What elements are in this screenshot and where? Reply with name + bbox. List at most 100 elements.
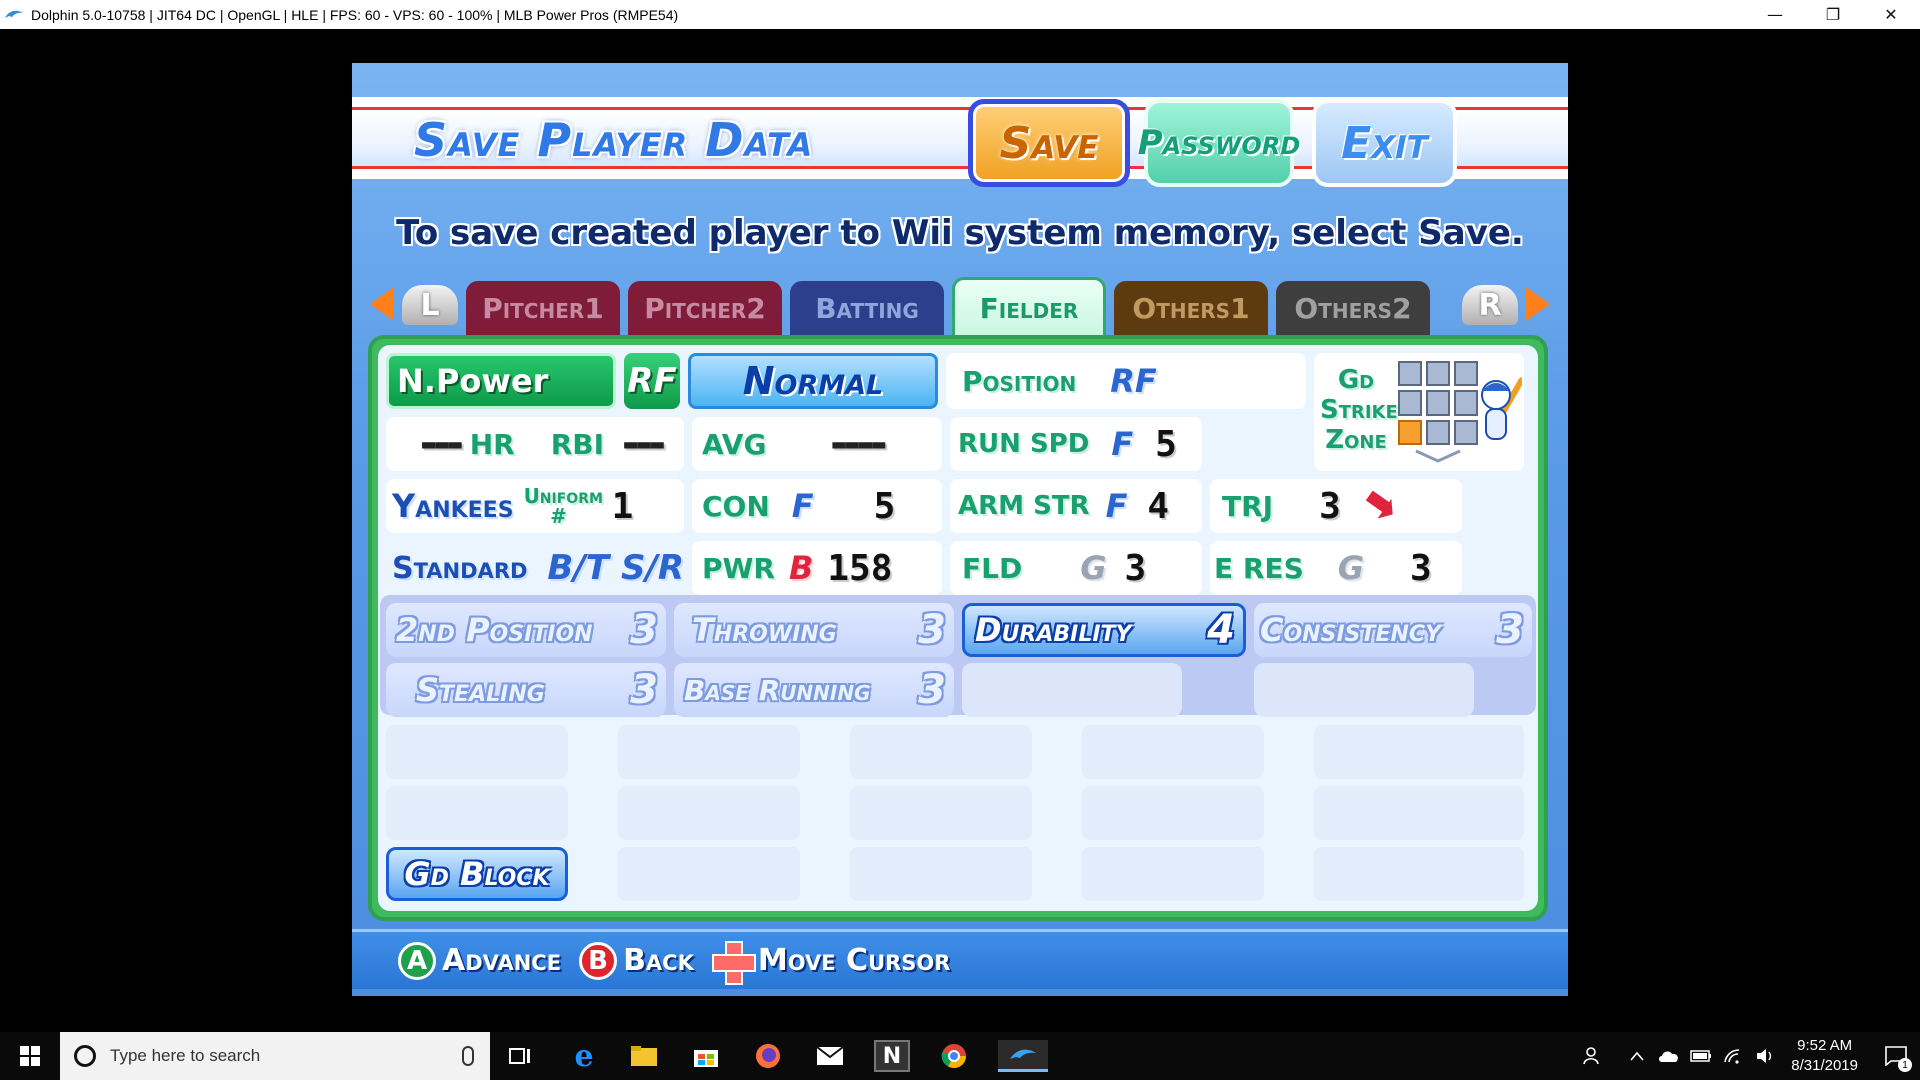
empty-slot[interactable]: [1082, 786, 1264, 840]
clock-time: 9:52 AM: [1797, 1037, 1853, 1054]
empty-slot[interactable]: [850, 786, 1032, 840]
window-titlebar: Dolphin 5.0-10758 | JIT64 DC | OpenGL | …: [0, 0, 1920, 29]
trj-value: 3: [1319, 485, 1341, 527]
battery-icon[interactable]: [1687, 1042, 1715, 1070]
onedrive-icon[interactable]: [1655, 1042, 1683, 1070]
wifi-icon[interactable]: [1719, 1042, 1747, 1070]
tab-next-arrow-icon[interactable]: [1526, 287, 1550, 321]
skill-throwing[interactable]: Throwing 3: [674, 603, 954, 657]
restore-button[interactable]: ❐: [1804, 0, 1862, 29]
empty-slot[interactable]: [386, 725, 568, 779]
empty-slot[interactable]: [1314, 786, 1524, 840]
store-icon[interactable]: [688, 1040, 724, 1072]
skill-name: Base Running: [684, 673, 871, 707]
empty-slot[interactable]: [850, 725, 1032, 779]
skill-stealing[interactable]: Stealing 3: [386, 663, 666, 717]
empty-slot[interactable]: [1314, 725, 1524, 779]
team-cell: Yankees Uniform # 1: [386, 479, 684, 533]
skill-name: 2nd Position: [396, 611, 593, 649]
cortana-icon: [74, 1045, 96, 1067]
skill-durability[interactable]: Durability 4: [962, 603, 1246, 657]
tab-pitcher2[interactable]: Pitcher2: [628, 281, 782, 335]
pwr-label: PWR: [702, 551, 775, 585]
microphone-icon[interactable]: [462, 1046, 474, 1066]
taskbar: Type here to search e N 9:52 AM 8/31/201…: [0, 1032, 1920, 1080]
l-shoulder-icon[interactable]: L: [402, 285, 458, 325]
windows-icon: [20, 1046, 40, 1066]
strike-zone-box: Gd Strike Zone: [1314, 353, 1524, 471]
r-shoulder-icon[interactable]: R: [1462, 285, 1518, 325]
zone-cell: [1454, 361, 1478, 387]
minimize-button[interactable]: —: [1746, 0, 1804, 29]
skill-value: 3: [630, 667, 658, 713]
zone-cell: [1426, 361, 1450, 387]
skill-2nd-position[interactable]: 2nd Position 3: [386, 603, 666, 657]
empty-slot[interactable]: [1082, 725, 1264, 779]
volume-icon[interactable]: [1751, 1042, 1779, 1070]
form-cell: Standard B/T S/R: [386, 541, 684, 595]
chevron-up-icon[interactable]: [1623, 1042, 1651, 1070]
fld-label: FLD: [962, 551, 1023, 585]
hr-rbi-cell: ▬▬▬ HR RBI ▬▬▬: [386, 417, 684, 471]
rbi-value: ▬▬▬: [624, 431, 664, 457]
tab-batting[interactable]: Batting: [790, 281, 944, 335]
taskbar-search[interactable]: Type here to search: [60, 1032, 490, 1080]
edge-icon[interactable]: e: [566, 1039, 602, 1074]
tab-fielder[interactable]: Fielder: [952, 277, 1106, 337]
arm-str-cell: ARM STR F 4: [950, 479, 1202, 533]
action-center-icon[interactable]: 1: [1872, 1032, 1920, 1080]
exit-button[interactable]: Exit: [1312, 99, 1457, 187]
instruction-text: To save created player to Wii system mem…: [396, 213, 1524, 253]
fielder-panel: N.Power RF Normal Position RF Gd Strike …: [368, 335, 1548, 921]
tab-pitcher1[interactable]: Pitcher1: [466, 281, 620, 335]
firefox-icon[interactable]: [750, 1040, 786, 1072]
empty-slot[interactable]: [618, 847, 800, 901]
arm-str-grade: F: [1105, 487, 1128, 525]
skill-slot-empty[interactable]: [962, 663, 1182, 717]
empty-slot[interactable]: [386, 786, 568, 840]
avg-value: ▬▬▬▬: [832, 431, 886, 457]
system-tray: 9:52 AM 8/31/2019 1: [1577, 1032, 1920, 1080]
fld-grade: G: [1080, 549, 1107, 587]
empty-slot[interactable]: [1314, 847, 1524, 901]
con-cell: CON F 5: [692, 479, 942, 533]
dolphin-taskbar-icon[interactable]: [998, 1040, 1048, 1072]
tab-prev-arrow-icon[interactable]: [370, 287, 394, 321]
empty-slot[interactable]: [1082, 847, 1264, 901]
skill-value: 3: [918, 667, 946, 713]
arm-str-label: ARM STR: [958, 491, 1090, 521]
fld-cell: FLD G 3: [950, 541, 1202, 595]
chrome-icon[interactable]: [936, 1040, 972, 1072]
hr-label: HR: [469, 427, 515, 461]
start-button[interactable]: [0, 1032, 60, 1080]
close-button[interactable]: ✕: [1862, 0, 1920, 29]
uniform-label: Uniform #: [523, 484, 603, 528]
gd-block-skill[interactable]: Gd Block: [386, 847, 568, 901]
people-icon[interactable]: [1579, 1042, 1607, 1070]
skill-slot-empty[interactable]: [1254, 663, 1474, 717]
mail-icon[interactable]: [812, 1040, 848, 1072]
empty-slot[interactable]: [850, 847, 1032, 901]
position-badge: RF: [624, 353, 680, 409]
skill-consistency[interactable]: Consistency 3: [1254, 603, 1532, 657]
empty-slot[interactable]: [618, 786, 800, 840]
file-explorer-icon[interactable]: [626, 1040, 662, 1072]
password-button[interactable]: Password: [1138, 99, 1300, 187]
skill-value: 4: [1207, 607, 1235, 653]
skill-base-running[interactable]: Base Running 3: [674, 663, 954, 717]
task-view-icon[interactable]: [502, 1040, 538, 1072]
skill-name: Durability: [975, 611, 1132, 649]
tab-others1[interactable]: Others1: [1114, 281, 1268, 335]
e-res-grade: G: [1337, 549, 1364, 587]
hint-back-label: Back: [623, 943, 694, 978]
app-n-icon[interactable]: N: [874, 1040, 910, 1072]
empty-slot[interactable]: [618, 725, 800, 779]
strike-zone-label: Gd Strike Zone: [1320, 365, 1398, 455]
tab-others2[interactable]: Others2: [1276, 281, 1430, 335]
taskbar-clock[interactable]: 9:52 AM 8/31/2019: [1791, 1036, 1858, 1076]
rbi-label: RBI: [550, 427, 605, 461]
skill-value: 3: [918, 607, 946, 653]
skill-name: Consistency: [1260, 611, 1441, 649]
save-button[interactable]: Save: [968, 99, 1130, 187]
player-name: N.Power: [386, 353, 616, 409]
